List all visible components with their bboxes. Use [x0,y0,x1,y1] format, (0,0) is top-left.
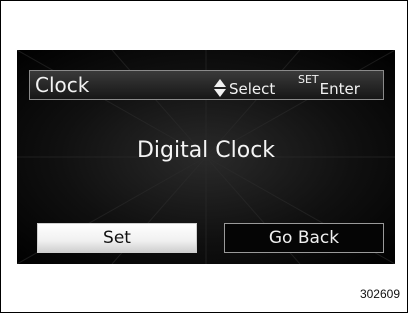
enter-hint: Enter [319,80,360,98]
go-back-button[interactable]: Go Back [224,223,384,253]
menu-item-digital-clock[interactable]: Digital Clock [17,138,395,163]
select-hint-group: Select [214,74,275,98]
figure-code: 302609 [359,287,400,301]
set-button[interactable]: Set [37,223,197,253]
select-hint: Select [229,80,276,98]
enter-hint-group: SET Enter [298,72,360,98]
up-down-arrows-icon [214,78,226,98]
header-bar: Clock Select SET Enter [29,70,384,100]
header-title: Clock [35,73,90,97]
set-key-label: SET [298,73,319,86]
display-screen: Clock Select SET Enter Digital Clock Set… [17,50,395,264]
